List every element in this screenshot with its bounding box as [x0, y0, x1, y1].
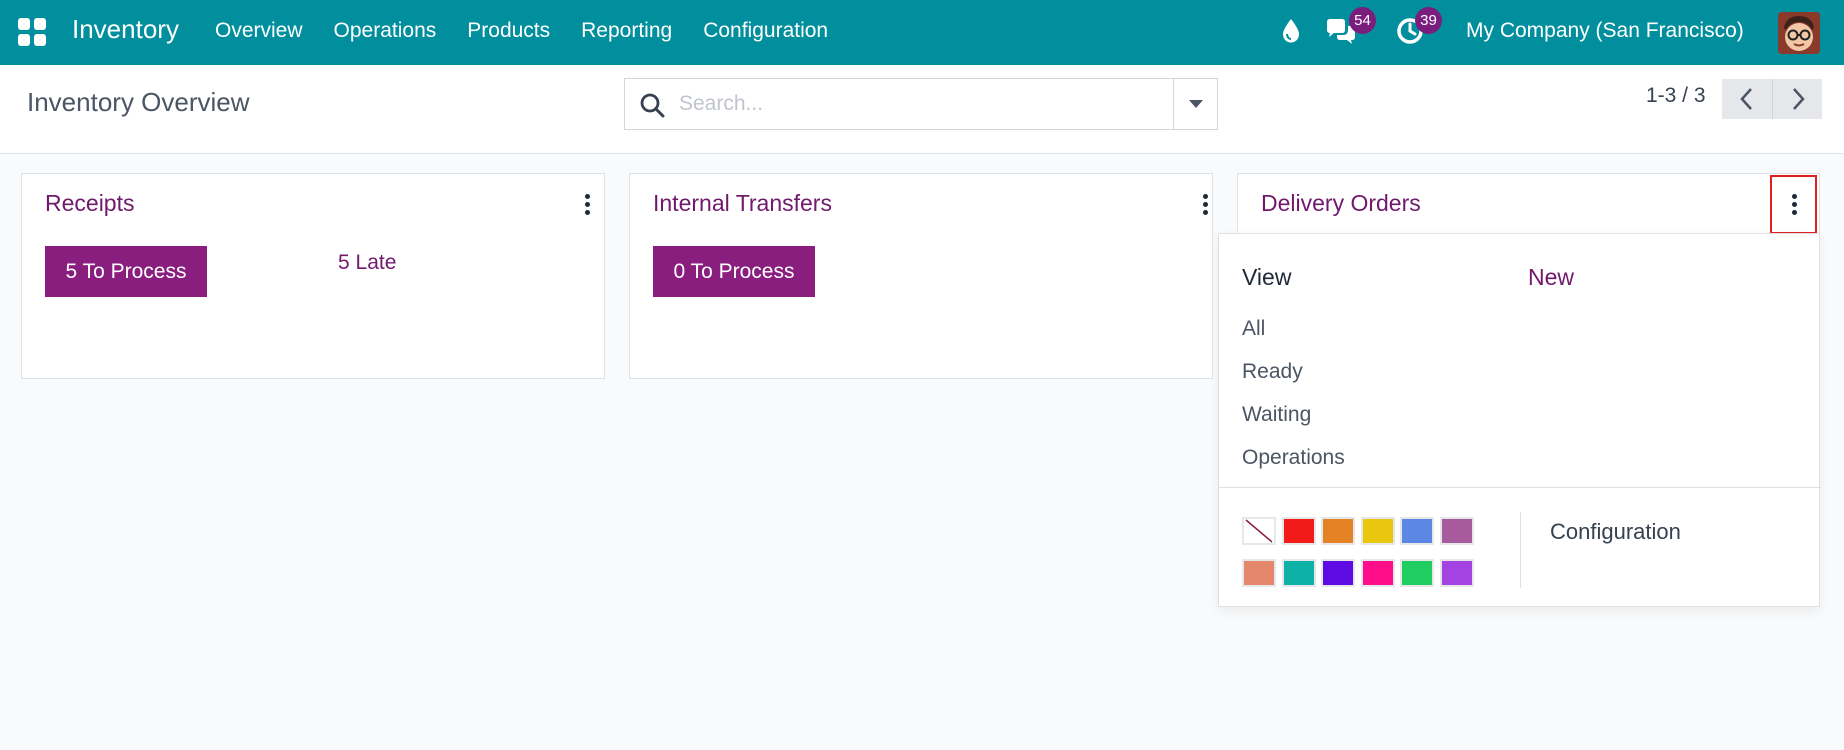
receipts-card: Receipts 5 To Process 5 Late: [21, 173, 605, 379]
activity-count-badge: 39: [1415, 7, 1442, 34]
pager-previous-button[interactable]: [1722, 79, 1772, 119]
view-header: View: [1242, 264, 1292, 290]
card-dropdown-menu: View New All Ready Waiting Operations Co…: [1218, 233, 1821, 607]
late-link[interactable]: 5 Late: [338, 251, 396, 275]
menu-products[interactable]: Products: [467, 19, 550, 43]
app-name[interactable]: Inventory: [72, 14, 179, 45]
card-title[interactable]: Receipts: [45, 190, 134, 217]
vertical-divider: [1520, 512, 1521, 588]
card-menu-icon[interactable]: [1185, 184, 1225, 224]
search-icon: [640, 93, 665, 118]
color-swatch[interactable]: [1360, 559, 1395, 587]
color-swatch[interactable]: [1281, 517, 1316, 545]
card-title[interactable]: Delivery Orders: [1261, 190, 1421, 217]
chevron-left-icon: [1740, 88, 1752, 110]
color-swatch[interactable]: [1440, 559, 1474, 587]
color-swatch[interactable]: [1400, 517, 1435, 545]
menu-configuration[interactable]: Configuration: [703, 19, 828, 43]
card-title[interactable]: Internal Transfers: [653, 190, 832, 217]
page-title: Inventory Overview: [27, 87, 250, 117]
new-link[interactable]: New: [1528, 264, 1574, 291]
to-process-button[interactable]: 0 To Process: [653, 246, 815, 297]
search-options-toggle[interactable]: [1173, 78, 1218, 130]
caret-down-icon: [1189, 100, 1203, 108]
color-swatch[interactable]: [1360, 517, 1395, 545]
to-process-button[interactable]: 5 To Process: [45, 246, 207, 297]
company-switcher[interactable]: My Company (San Francisco): [1466, 19, 1744, 43]
apps-menu-icon[interactable]: [18, 18, 46, 46]
card-menu-icon[interactable]: [567, 184, 607, 224]
view-operations-link[interactable]: Operations: [1242, 446, 1345, 470]
internal-transfers-card: Internal Transfers 0 To Process: [629, 173, 1213, 379]
color-swatch[interactable]: [1242, 559, 1276, 587]
view-all-link[interactable]: All: [1242, 317, 1265, 341]
menu-overview[interactable]: Overview: [215, 19, 303, 43]
search-bar: [624, 78, 1218, 130]
highlight-box: [1770, 175, 1817, 234]
control-panel: Inventory Overview 1-3 / 3: [0, 65, 1844, 154]
pager-next-button[interactable]: [1772, 79, 1822, 119]
color-swatch[interactable]: [1440, 517, 1474, 545]
view-ready-link[interactable]: Ready: [1242, 360, 1303, 384]
view-waiting-link[interactable]: Waiting: [1242, 403, 1311, 427]
color-swatch-none[interactable]: [1242, 517, 1276, 545]
color-swatch[interactable]: [1321, 559, 1356, 587]
color-swatch[interactable]: [1281, 559, 1316, 587]
main-menu: Overview Operations Products Reporting C…: [215, 19, 859, 43]
configuration-link[interactable]: Configuration: [1550, 519, 1681, 545]
menu-divider: [1219, 487, 1821, 488]
menu-operations[interactable]: Operations: [334, 19, 437, 43]
chevron-right-icon: [1792, 88, 1805, 110]
water-drop-icon[interactable]: [1280, 18, 1302, 44]
user-avatar[interactable]: [1778, 12, 1820, 54]
color-swatch[interactable]: [1400, 559, 1435, 587]
search-input[interactable]: [679, 87, 1139, 121]
pager-value[interactable]: 1-3 / 3: [1646, 84, 1706, 108]
menu-reporting[interactable]: Reporting: [581, 19, 672, 43]
chat-count-badge: 54: [1349, 7, 1376, 34]
top-navbar: Inventory Overview Operations Products R…: [0, 0, 1844, 65]
color-swatch[interactable]: [1321, 517, 1356, 545]
